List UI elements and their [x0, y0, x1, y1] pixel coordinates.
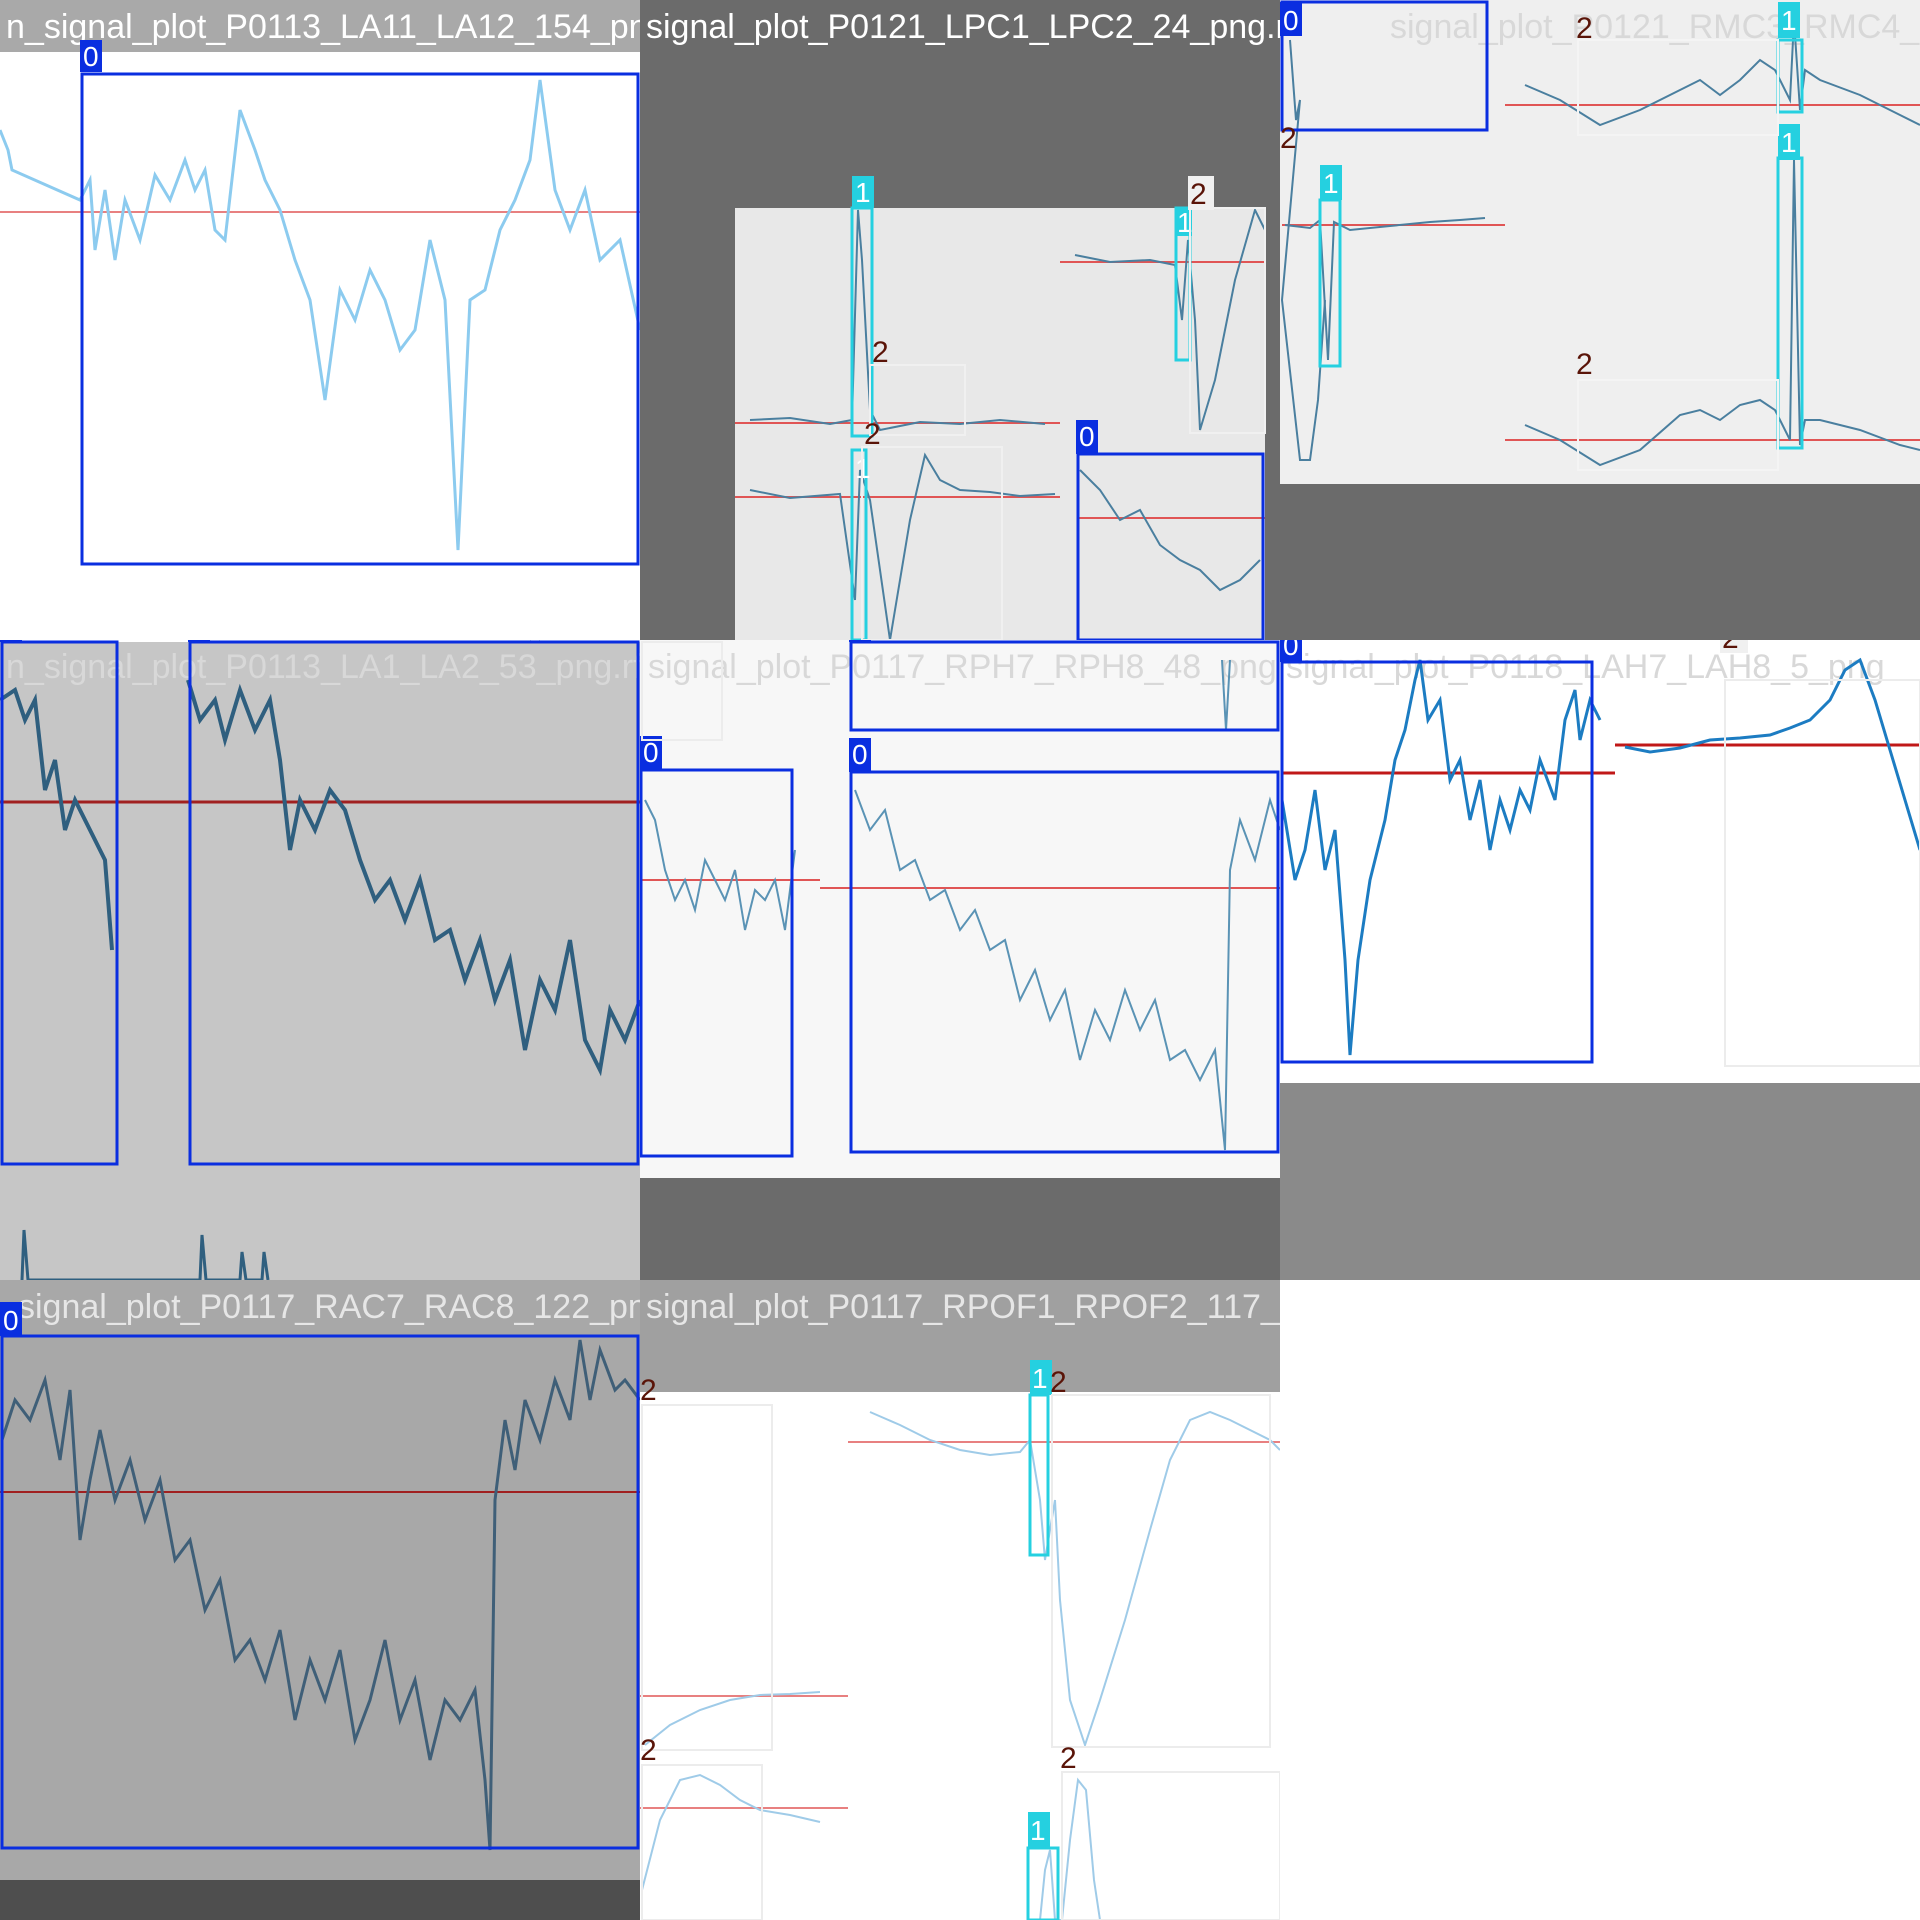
tile-5: signal_plot_P0117_RPH7_RPH8_48_png.rf 0 … — [640, 640, 1308, 1280]
class2-label: 2 — [1190, 178, 1207, 211]
class1-label: 1 — [1781, 5, 1797, 36]
class1-label: 1 — [855, 177, 871, 208]
padding-band — [0, 1880, 640, 1920]
tile-background — [0, 0, 640, 640]
class2-label: 2 — [640, 1374, 657, 1407]
class1-label: 1 — [1323, 168, 1339, 199]
tile-title: n_signal_plot_P0113_LA11_LA12_154_png.rf — [6, 8, 697, 46]
empty-cell — [1280, 1280, 1920, 1920]
tile-8: signal_plot_P0117_RPOF1_RPOF2_117_png.rf… — [640, 1280, 1367, 1920]
class2-label: 2 — [864, 418, 881, 451]
tile-6: signal_plot_P0118_LAH7_LAH8_5_png 0 2 — [1280, 640, 1920, 1280]
tile-2: signal_plot_P0121_LPC1_LPC2_24_png.rf 1 … — [640, 0, 1297, 640]
tile-background — [0, 1280, 640, 1920]
plot-area — [0, 642, 640, 1280]
tile-1: n_signal_plot_P0113_LA11_LA12_154_png.rf… — [0, 0, 697, 640]
class0-label: 0 — [643, 737, 659, 768]
tile-title: signal_plot_P0117_RAC7_RAC8_122_png.rf — [18, 1288, 697, 1326]
class2-label: 2 — [1576, 348, 1593, 381]
tile-title: signal_plot_P0117_RPOF1_RPOF2_117_png.rf — [646, 1288, 1367, 1326]
tile-title: signal_plot_P0121_LPC1_LPC2_24_png.rf — [646, 8, 1297, 46]
class0-label: 0 — [1283, 5, 1299, 36]
tile-4: n_signal_plot_P0113_LA1_LA2_53_png.rf 0 … — [0, 640, 643, 1280]
annotation-mosaic: n_signal_plot_P0113_LA11_LA12_154_png.rf… — [0, 0, 1920, 1920]
tile-7: signal_plot_P0117_RAC7_RAC8_122_png.rf 0 — [0, 1280, 697, 1920]
class2-label: 2 — [640, 1734, 657, 1767]
class1-label: 1 — [1032, 1363, 1048, 1394]
class2-label: 2 — [1280, 122, 1297, 155]
padding-band — [640, 1178, 1280, 1280]
padding-band — [1280, 1083, 1920, 1280]
class2-label: 2 — [1050, 1366, 1067, 1399]
tile-title: signal_plot_P0117_RPH7_RPH8_48_png.rf — [648, 648, 1308, 686]
class1-label: 1 — [1030, 1815, 1046, 1846]
padding-band — [1280, 484, 1920, 640]
class0-label: 0 — [3, 1305, 19, 1336]
class2-label: 2 — [872, 336, 889, 369]
class2-label: 2 — [1576, 12, 1593, 45]
class1-label: 1 — [1781, 127, 1797, 158]
class2-label: 2 — [1060, 1742, 1077, 1775]
class0-label: 0 — [852, 739, 868, 770]
tile-title: n_signal_plot_P0113_LA1_LA2_53_png.rf — [6, 648, 643, 686]
class0-label: 0 — [1079, 421, 1095, 452]
tile-3: signal_plot_P0121_RMC3_RMC4_145 0 1 1 1 … — [1280, 0, 1920, 640]
class0-label: 0 — [83, 41, 99, 72]
